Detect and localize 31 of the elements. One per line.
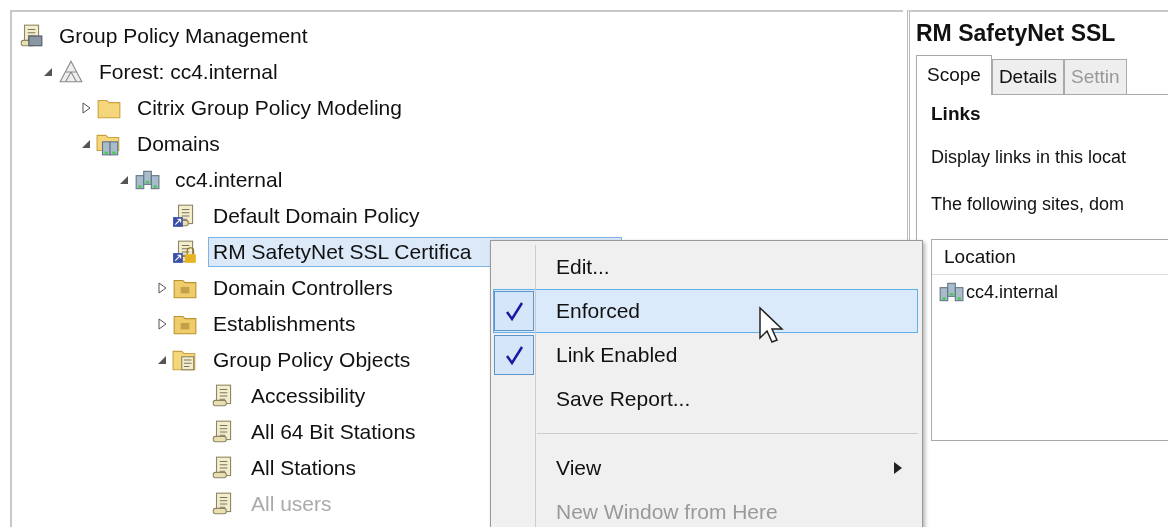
tree-item[interactable]: Domain Controllers bbox=[208, 273, 398, 303]
locked-policy-icon bbox=[172, 239, 198, 265]
check-icon bbox=[503, 300, 525, 322]
tree-item[interactable]: Group Policy Objects bbox=[208, 345, 416, 375]
check-icon bbox=[503, 344, 525, 366]
tab[interactable]: Scope bbox=[916, 55, 992, 95]
mouse-pointer-icon bbox=[758, 306, 784, 346]
forest-icon bbox=[58, 59, 84, 85]
submenu-arrow-icon bbox=[893, 461, 903, 475]
menu-item[interactable]: View bbox=[493, 446, 918, 490]
panel-title: RM SafetyNet SSL bbox=[916, 20, 1117, 47]
tree-item[interactable]: Default Domain Policy bbox=[208, 201, 425, 231]
description-text: The following sites, dom bbox=[931, 194, 1126, 215]
tree-item[interactable]: Citrix Group Policy Modeling bbox=[132, 93, 407, 123]
menu-item[interactable]: Save Report... bbox=[493, 377, 918, 421]
menu-item[interactable]: Link Enabled bbox=[493, 333, 918, 377]
policy-console-icon bbox=[18, 23, 44, 49]
description-text: Display links in this locat bbox=[931, 147, 1128, 168]
menu-item[interactable]: Enforced bbox=[493, 289, 918, 333]
tree-item[interactable]: Domains bbox=[132, 129, 225, 159]
tree-item[interactable]: All Stations bbox=[246, 453, 362, 483]
tree-item[interactable]: cc4.internal bbox=[170, 165, 288, 195]
section-heading: Links bbox=[931, 103, 982, 125]
column-header[interactable]: Location bbox=[932, 240, 1168, 275]
list-item[interactable]: cc4.internal bbox=[966, 281, 1059, 303]
tree-item[interactable]: Forest: cc4.internal bbox=[94, 57, 283, 87]
tree-item[interactable]: Group Policy Management bbox=[54, 21, 313, 51]
tree-item[interactable]: Accessibility bbox=[246, 381, 371, 411]
tree-item[interactable]: Establishments bbox=[208, 309, 361, 339]
tab[interactable]: Details bbox=[991, 59, 1064, 94]
tree-item[interactable]: All 64 Bit Stations bbox=[246, 417, 421, 447]
